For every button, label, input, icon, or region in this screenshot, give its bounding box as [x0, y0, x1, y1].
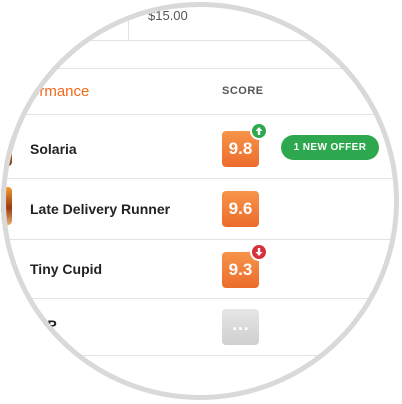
- campaign-thumbnail: [1, 187, 12, 225]
- table-divider: [1, 68, 399, 69]
- price-value: $15.00: [148, 8, 188, 23]
- performance-column-header[interactable]: ormance: [31, 83, 89, 100]
- table-divider: [1, 239, 399, 240]
- table-divider: [1, 298, 399, 299]
- table-divider: [1, 355, 399, 356]
- campaign-name[interactable]: Tiny Cupid: [30, 261, 102, 277]
- magnifier-view: $15.00 ormance SCORE Solaria 9.8 1 NEW O…: [1, 2, 399, 400]
- table-divider: [1, 40, 399, 41]
- score-badge-empty: …: [222, 309, 259, 345]
- table-divider: [1, 114, 399, 115]
- campaign-thumbnail: [1, 250, 4, 280]
- new-offer-button[interactable]: 1 NEW OFFER: [281, 135, 379, 160]
- table-divider: [1, 178, 399, 179]
- score-badge: 9.6: [222, 191, 259, 227]
- cell-divider: [128, 2, 129, 40]
- arrow-up-icon: [250, 122, 268, 140]
- arrow-down-icon: [250, 243, 268, 261]
- campaign-name[interactable]: Late Delivery Runner: [30, 201, 170, 217]
- campaign-name[interactable]: VP: [38, 317, 57, 333]
- campaign-name[interactable]: Solaria: [30, 141, 77, 157]
- score-column-header[interactable]: SCORE: [222, 85, 264, 97]
- campaign-thumbnail: [1, 128, 12, 166]
